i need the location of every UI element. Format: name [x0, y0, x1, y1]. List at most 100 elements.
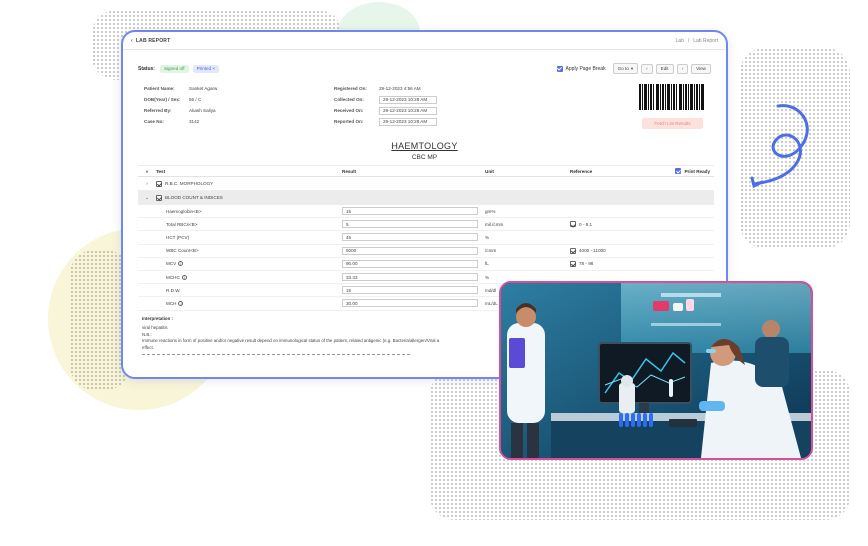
interpretation-line: viral hepatitis — [142, 324, 168, 330]
test-name: MCV — [166, 261, 177, 267]
breadcrumb-separator: / — [687, 37, 690, 44]
patient-name-value: Sanket Agarw — [189, 86, 218, 91]
test-name: MCHC — [166, 274, 180, 280]
status-label: Status: — [138, 65, 155, 72]
result-input[interactable]: 30.00 — [342, 299, 478, 308]
barcode-image — [639, 84, 704, 110]
patient-name-label: Patient Name: — [144, 86, 175, 91]
goto-label: Go to — [617, 66, 629, 71]
reference-value: 78 - 98 — [579, 261, 594, 267]
chevron-right-icon[interactable]: › — [138, 181, 156, 186]
fetch-lis-results-button[interactable]: Fetch LIS Results — [642, 118, 703, 129]
info-icon[interactable]: i — [181, 274, 187, 280]
result-input[interactable]: 15 — [342, 286, 478, 295]
table-row: HCT (PCV) 45 % — [138, 231, 714, 245]
collected-label: Collected On: — [334, 97, 364, 102]
test-name: R.D.W. — [166, 287, 181, 293]
unit-value: gm% — [485, 208, 496, 214]
test-name: WBC Count<B> — [166, 248, 199, 254]
print-ready-checkbox[interactable] — [675, 168, 682, 174]
back-chevron-icon[interactable]: ‹ — [131, 38, 133, 44]
result-input[interactable]: 15 — [342, 207, 478, 216]
group-row[interactable]: ⌄ BLOOD COUNT & INDICES — [138, 191, 714, 205]
referred-by-label: Referred By: — [144, 108, 172, 113]
result-input[interactable]: 5000 — [342, 246, 478, 255]
reference-checkbox[interactable] — [570, 247, 576, 254]
result-input[interactable]: 45 — [342, 233, 478, 242]
case-no-label: Case No: — [144, 119, 164, 124]
chevron-left-icon: ‹ — [646, 66, 648, 71]
reported-label: Reported On: — [334, 119, 364, 124]
reported-field[interactable]: 29-12-2023 10:28 AM — [379, 117, 437, 126]
window-title: LAB REPORT — [135, 37, 171, 44]
breadcrumb: Lab / Lab Report — [676, 38, 718, 44]
reference-value: 0 - 6.1 — [579, 221, 593, 227]
dob-label: DOB(Year) / Sex: — [144, 97, 181, 102]
goto-dropdown[interactable]: Go to ▾ — [612, 63, 639, 74]
result-input[interactable]: 5 — [342, 220, 478, 229]
reference-value: 4000 - 11000 — [579, 248, 606, 254]
remove-tag-icon[interactable]: × — [212, 66, 215, 71]
interpretation-heading: Interpretation : — [142, 316, 173, 321]
unit-value: % — [485, 274, 490, 280]
breadcrumb-lab-report: Lab Report — [693, 37, 718, 44]
decor-swirl — [750, 104, 809, 189]
result-input[interactable]: 90.00 — [342, 259, 478, 268]
collected-field[interactable]: 29-12-2023 10:28 AM — [379, 95, 437, 104]
status-row: Status: Signed off Printed × Apply Page … — [138, 63, 711, 74]
next-button[interactable]: › — [676, 63, 689, 74]
info-icon[interactable]: i — [178, 300, 184, 306]
chevron-down-icon[interactable]: ⌄ — [138, 195, 156, 201]
referred-by-value: Akash Saliya — [189, 108, 216, 113]
received-field[interactable]: 29-12-2023 10:28 AM — [379, 106, 437, 115]
section-subtitle: CBC MP — [411, 154, 438, 161]
table-row: Total RBCs<B> 5 mil./cmm 0 - 6.1 — [138, 218, 714, 232]
test-name: HCT (PCV) — [166, 234, 190, 240]
breadcrumb-lab[interactable]: Lab — [676, 38, 684, 44]
test-name: Total RBCs<B> — [166, 221, 198, 227]
result-input[interactable]: 33.33 — [342, 273, 478, 282]
divider — [142, 354, 410, 356]
edit-button[interactable]: Edit — [655, 63, 674, 74]
registered-value: 29-12-2023 4:56 AM — [379, 86, 421, 91]
table-row: WBC Count<B> 5000 /cmm 4000 - 11000 — [138, 245, 714, 258]
lab-scene-illustration — [501, 283, 811, 458]
unit-value: /cmm — [485, 248, 497, 254]
received-label: Received On: — [334, 108, 364, 113]
header-reference: Reference — [570, 168, 593, 174]
group-checkbox[interactable] — [156, 180, 162, 187]
apply-page-break-label: Apply Page Break — [565, 65, 606, 72]
header-print-ready: Print Ready — [684, 168, 710, 174]
apply-page-break-checkbox[interactable] — [556, 65, 563, 72]
prev-button[interactable]: ‹ — [641, 63, 653, 74]
header-test: Test — [156, 168, 166, 174]
section-title: HAEMTOLOGY — [391, 141, 458, 151]
interpretation-line: Immune reactions in form of positive and… — [142, 338, 440, 344]
group-label: R.B.C. MORPHOLOGY — [165, 181, 214, 186]
unit-value: mil./cmm — [485, 221, 504, 227]
reference-checkbox[interactable] — [570, 260, 576, 267]
reference-checkbox[interactable] — [570, 221, 576, 228]
group-label: BLOOD COUNT & INDICES — [165, 195, 223, 200]
interpretation-line: effect. — [142, 345, 154, 351]
table-row: MCV i 90.00 fL 78 - 98 — [138, 258, 714, 271]
group-checkbox[interactable] — [156, 194, 162, 201]
header-unit: Unit — [485, 168, 494, 174]
dob-value: 56 / C — [189, 97, 202, 102]
status-badge-printed: Printed × — [192, 64, 220, 73]
unit-value: % — [485, 234, 490, 240]
status-badge-printed-text: Printed — [196, 66, 212, 71]
lab-scientists-photo — [499, 281, 813, 460]
group-row[interactable]: › R.B.C. MORPHOLOGY — [138, 177, 714, 191]
info-icon[interactable]: i — [178, 261, 184, 267]
table-header: » Test Result Unit Reference Print Ready — [138, 165, 714, 177]
interpretation-block: Interpretation : viral hepatitis N.B.: I… — [142, 316, 522, 356]
chevron-right-icon: › — [681, 66, 684, 71]
collapse-all-icon[interactable]: » — [138, 169, 156, 174]
window-topbar: ‹ LAB REPORT Lab / Lab Report — [123, 32, 726, 50]
unit-value: fL — [485, 261, 489, 267]
test-name: Haemoglobin<B> — [166, 208, 202, 214]
header-result: Result — [342, 168, 357, 174]
registered-label: Registered On: — [334, 86, 367, 91]
view-button[interactable]: View — [691, 63, 711, 74]
